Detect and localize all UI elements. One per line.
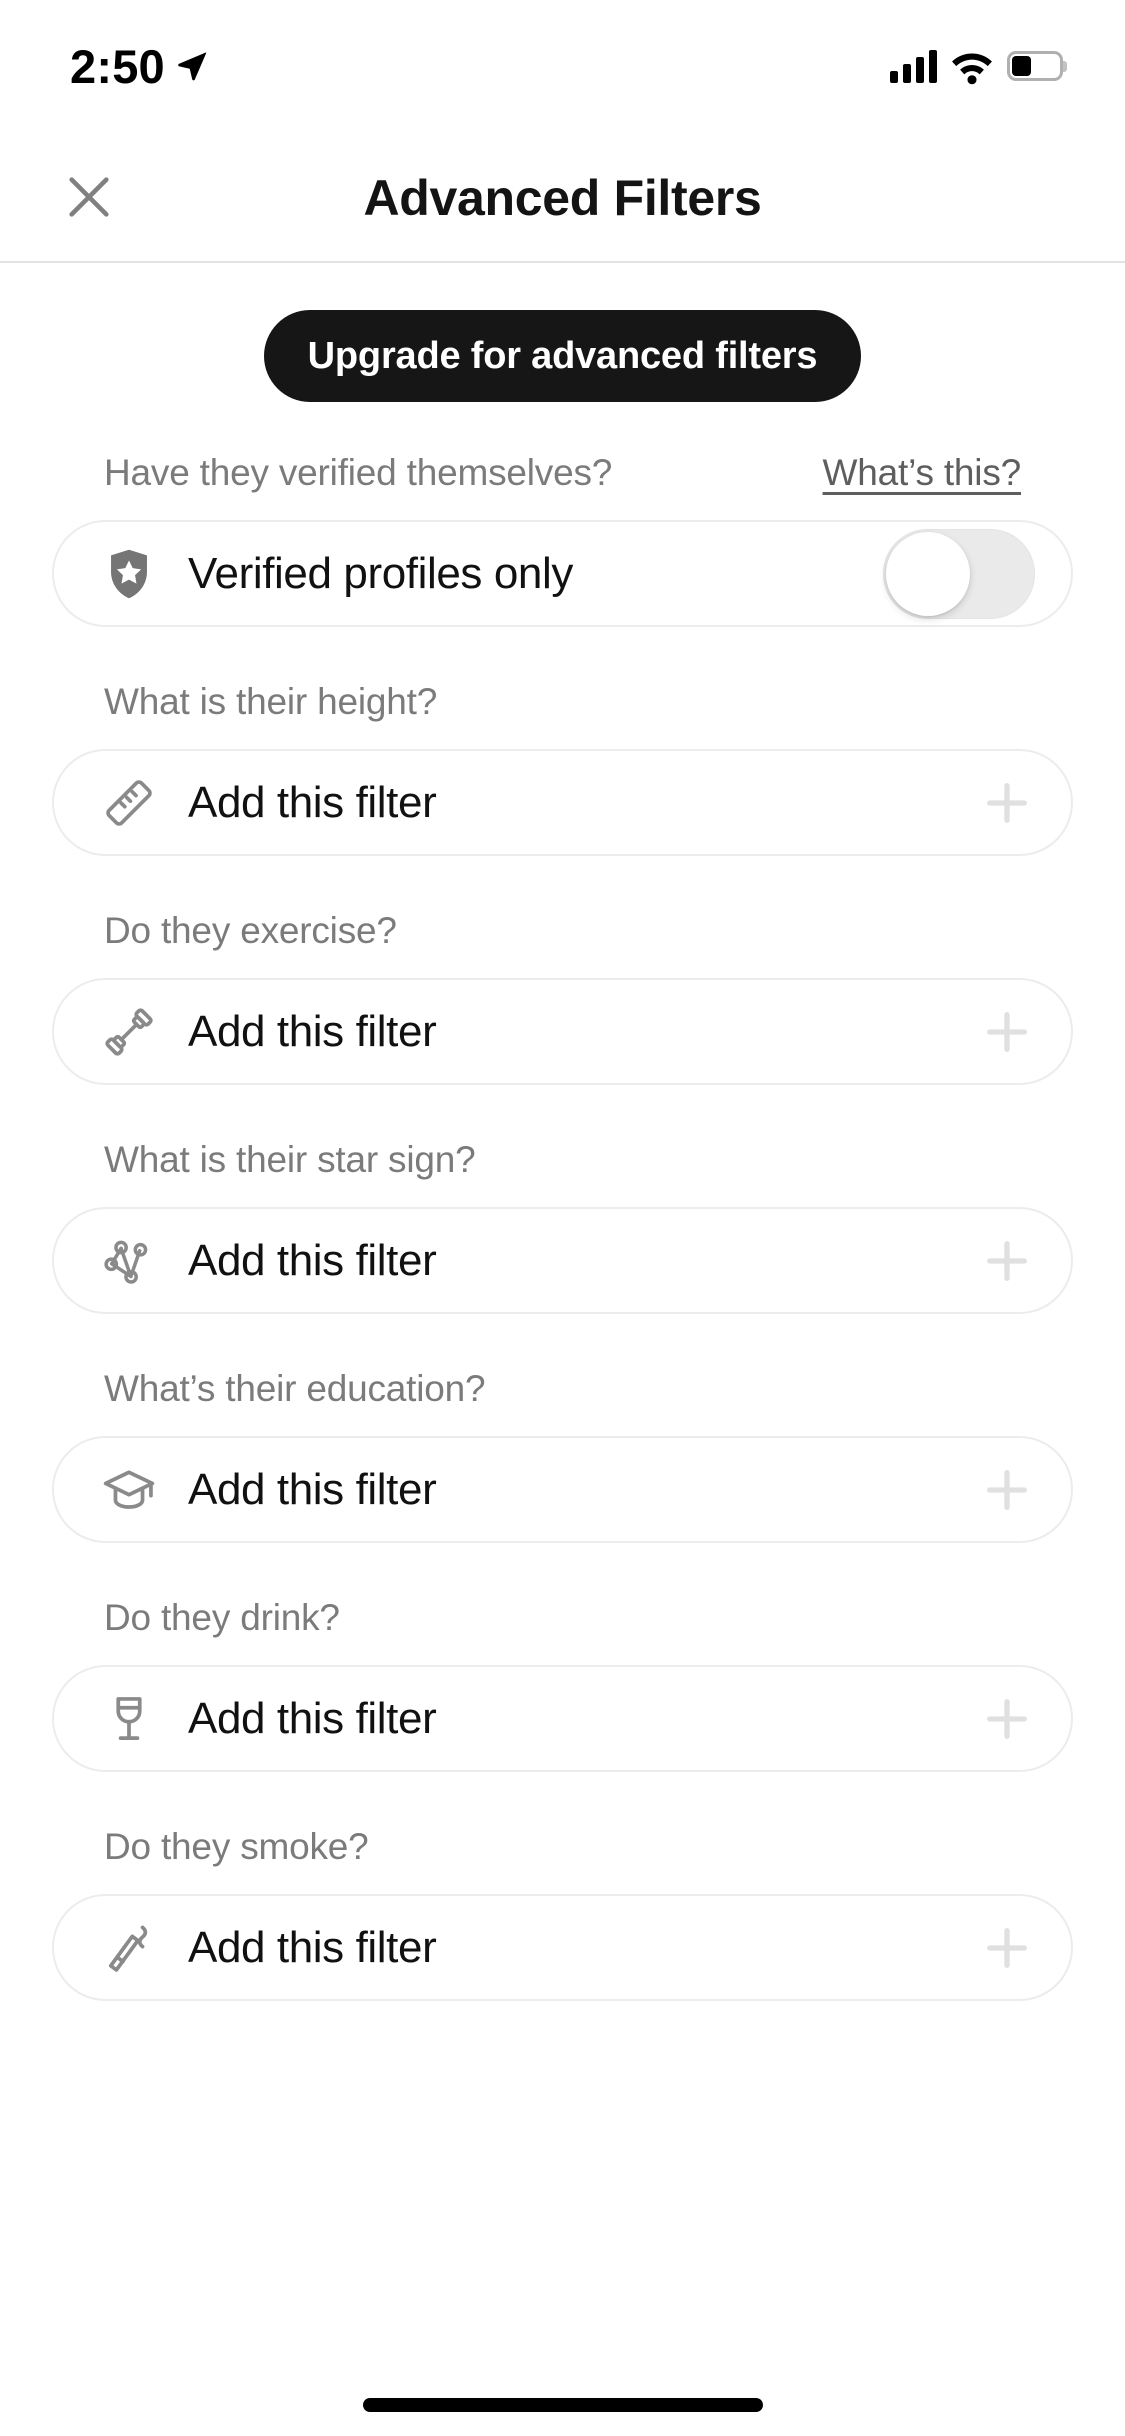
plus-icon[interactable] [979, 1004, 1035, 1060]
cigarette-icon [98, 1917, 160, 1979]
exercise-question-label: Do they exercise? [104, 910, 397, 951]
screen-header: Advanced Filters [0, 132, 1125, 263]
plus-icon[interactable] [979, 1233, 1035, 1289]
add-filter-smoke-button[interactable]: Add this filter [52, 1894, 1073, 2001]
battery-icon [1007, 51, 1067, 81]
add-filter-star-sign-button[interactable]: Add this filter [52, 1207, 1073, 1314]
page-title: Advanced Filters [363, 169, 762, 226]
wifi-icon [951, 50, 993, 85]
plus-icon[interactable] [979, 1691, 1035, 1747]
filter-section-education: What’s their education? Add this filter [0, 1368, 1125, 1543]
verified-section: Have they verified themselves? What’s th… [0, 452, 1125, 627]
star-sign-question-wrap: What is their star sign? [0, 1139, 1125, 1181]
add-filter-label: Add this filter [188, 1693, 437, 1743]
add-filter-label: Add this filter [188, 1922, 437, 1972]
add-filter-label: Add this filter [188, 1006, 437, 1056]
add-filter-label: Add this filter [188, 1464, 437, 1514]
status-bar-clock: 2:50 [70, 39, 165, 93]
height-question-wrap: What is their height? [0, 681, 1125, 723]
filter-section-height: What is their height? Add this filter [0, 681, 1125, 856]
location-arrow-icon [175, 49, 209, 83]
plus-icon[interactable] [979, 775, 1035, 831]
add-filter-drink-button[interactable]: Add this filter [52, 1665, 1073, 1772]
home-indicator [362, 2398, 763, 2412]
smoke-question-wrap: Do they smoke? [0, 1826, 1125, 1868]
phone-screen: 2:50 Advanced Filters Upgrade for advanc… [0, 0, 1125, 2436]
drink-question-wrap: Do they drink? [0, 1597, 1125, 1639]
filter-section-drink: Do they drink? Add this filter [0, 1597, 1125, 1772]
status-bar-right [890, 49, 1067, 85]
add-filter-label: Add this filter [188, 777, 437, 827]
whats-this-link[interactable]: What’s this? [823, 452, 1022, 494]
add-filter-exercise-button[interactable]: Add this filter [52, 978, 1073, 1085]
verified-profiles-label: Verified profiles only [188, 548, 573, 598]
smoke-question-label: Do they smoke? [104, 1826, 369, 1867]
star-sign-question-label: What is their star sign? [104, 1139, 476, 1180]
verified-section-header: Have they verified themselves? What’s th… [0, 452, 1125, 494]
add-filter-label: Add this filter [188, 1235, 437, 1285]
filters-content: Upgrade for advanced filters Have they v… [0, 263, 1125, 2001]
education-question-label: What’s their education? [104, 1368, 486, 1409]
constellation-icon [98, 1230, 160, 1292]
dumbbell-icon [98, 1001, 160, 1063]
add-filter-height-button[interactable]: Add this filter [52, 749, 1073, 856]
wine-glass-icon [98, 1688, 160, 1750]
verified-profiles-toggle[interactable] [883, 528, 1035, 619]
exercise-question-wrap: Do they exercise? [0, 910, 1125, 952]
graduation-cap-icon [98, 1459, 160, 1521]
height-question-label: What is their height? [104, 681, 438, 722]
status-bar: 2:50 [0, 0, 1125, 132]
upgrade-banner-wrap: Upgrade for advanced filters [0, 310, 1125, 402]
plus-icon[interactable] [979, 1462, 1035, 1518]
verified-shield-star-icon [98, 543, 160, 605]
education-question-wrap: What’s their education? [0, 1368, 1125, 1410]
toggle-knob [886, 531, 970, 616]
status-bar-left: 2:50 [70, 39, 209, 94]
filter-section-star-sign: What is their star sign? Add this filter [0, 1139, 1125, 1314]
cellular-signal-icon [890, 49, 937, 83]
verified-profiles-row[interactable]: Verified profiles only [52, 520, 1073, 627]
add-filter-education-button[interactable]: Add this filter [52, 1436, 1073, 1543]
filter-section-exercise: Do they exercise? Add this filter [0, 910, 1125, 1085]
verified-question-label: Have they verified themselves? [104, 452, 613, 493]
drink-question-label: Do they drink? [104, 1597, 340, 1638]
upgrade-for-advanced-filters-button[interactable]: Upgrade for advanced filters [263, 310, 862, 402]
plus-icon[interactable] [979, 1920, 1035, 1976]
filter-section-smoke: Do they smoke? Add this filter [0, 1826, 1125, 2001]
ruler-icon [98, 772, 160, 834]
